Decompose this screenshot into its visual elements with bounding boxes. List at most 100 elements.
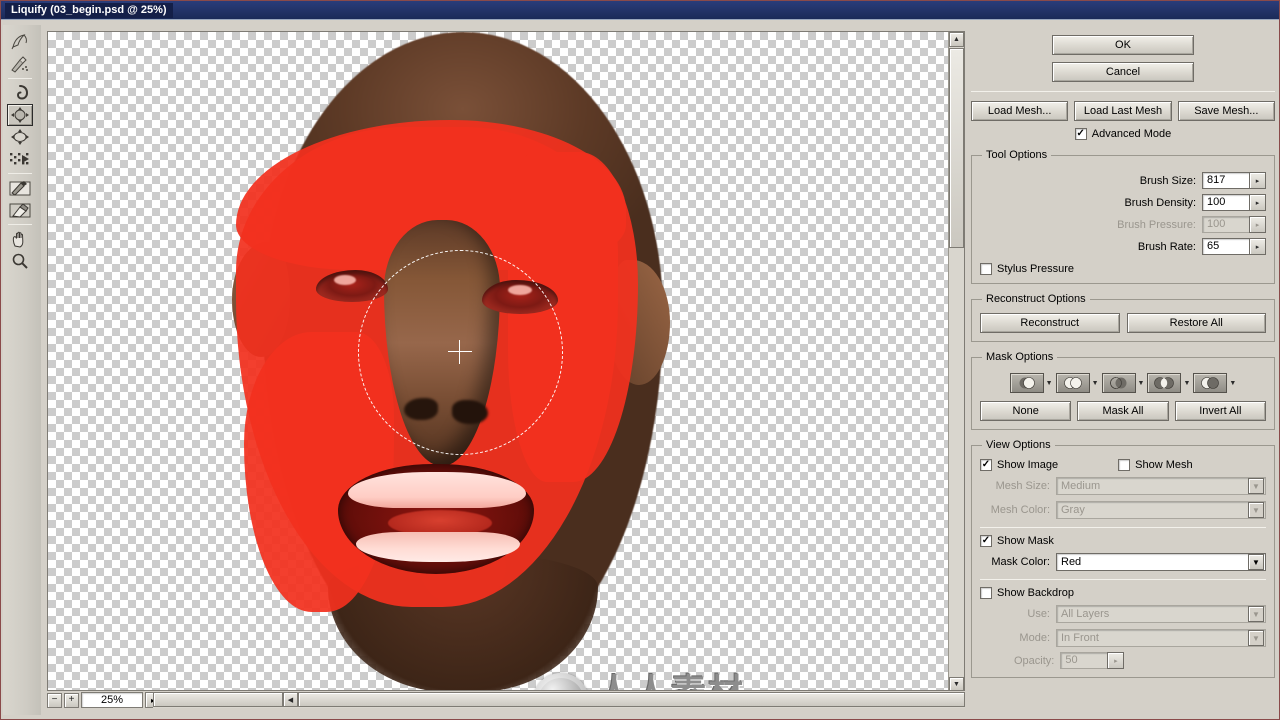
mesh-size-value: Medium [1061, 480, 1101, 492]
upper-teeth [348, 472, 526, 508]
brush-density-spinner-icon[interactable]: ▸ [1249, 194, 1266, 211]
load-last-mesh-button[interactable]: Load Last Mesh [1074, 101, 1172, 121]
mask-invert-chevron-down-icon[interactable]: ▼ [1229, 380, 1236, 387]
title-bar[interactable]: Liquify (03_begin.psd @ 25%) [1, 1, 1279, 20]
canvas-vertical-scrollbar[interactable]: ▲ ▼ [948, 32, 964, 690]
portrait-image [208, 32, 678, 690]
thaw-mask-tool-icon[interactable] [7, 199, 33, 221]
pucker-tool-icon[interactable] [7, 104, 33, 126]
backdrop-use-value: All Layers [1061, 608, 1110, 620]
window-title: Liquify (03_begin.psd @ 25%) [5, 3, 173, 18]
load-mesh-button[interactable]: Load Mesh... [971, 101, 1069, 121]
backdrop-use-select: All Layers ▼ [1056, 605, 1266, 623]
canvas-horizontal-scrollbar[interactable]: ◀ [153, 692, 965, 708]
brush-size-row: Brush Size: 817 ▸ [980, 172, 1266, 189]
backdrop-mode-label: Mode: [1019, 632, 1050, 644]
reconstruct-options-legend: Reconstruct Options [986, 293, 1086, 305]
mask-add-to-selection-icon[interactable] [1055, 373, 1090, 393]
ok-button[interactable]: OK [1052, 35, 1194, 55]
brush-size-spinner-icon[interactable]: ▸ [1249, 172, 1266, 189]
mask-color-chevron-down-icon[interactable]: ▼ [1248, 554, 1264, 570]
mask-none-button[interactable]: None [980, 401, 1072, 421]
show-image-checkbox-box[interactable]: ✓ [980, 459, 992, 471]
show-mesh-checkbox-box[interactable] [1118, 459, 1131, 471]
save-mesh-button[interactable]: Save Mesh... [1177, 101, 1275, 121]
show-backdrop-label: Show Backdrop [997, 587, 1075, 599]
scroll-up-button[interactable]: ▲ [949, 32, 964, 47]
brush-rate-input[interactable]: 65 [1202, 238, 1250, 255]
reconstruct-buttons-row: Reconstruct Restore All [980, 313, 1266, 333]
mesh-size-label: Mesh Size: [995, 480, 1050, 492]
show-mask-checkbox[interactable]: ✓ Show Mask [980, 535, 1266, 547]
mask-replace-chevron-down-icon[interactable]: ▼ [1046, 380, 1053, 387]
freeze-mask-tool-icon[interactable] [7, 177, 33, 199]
brush-density-input[interactable]: 100 [1202, 194, 1250, 211]
mask-invert-all-button[interactable]: Invert All [1174, 401, 1266, 421]
scroll-left-button[interactable]: ◀ [283, 692, 298, 707]
mask-options-group: Mask Options ▼ ▼ ▼ ▼ ▼ None Mask All Inv… [971, 351, 1275, 430]
mask-add-chevron-down-icon[interactable]: ▼ [1092, 380, 1099, 387]
horizontal-scroll-track-left[interactable] [153, 692, 283, 707]
stylus-pressure-checkbox[interactable]: Stylus Pressure [980, 263, 1266, 275]
image-canvas[interactable]: M 人人素材 WWW.RR-SC.COM ▲ ▼ [47, 31, 965, 691]
backdrop-use-chevron-down-icon: ▼ [1248, 606, 1264, 622]
mask-intersect-chevron-down-icon[interactable]: ▼ [1183, 380, 1190, 387]
mask-replace-selection-button[interactable]: ▼ [1009, 373, 1053, 393]
advanced-mode-checkbox-box[interactable]: ✓ [1074, 128, 1087, 140]
view-options-group: View Options ✓ Show Image Show Mesh Mesh… [971, 439, 1275, 678]
hand-tool-icon[interactable] [7, 228, 33, 250]
zoom-in-button[interactable]: + [64, 692, 79, 708]
show-mesh-checkbox[interactable]: Show Mesh [1118, 459, 1193, 471]
advanced-mode-label: Advanced Mode [1091, 128, 1172, 140]
show-backdrop-checkbox[interactable]: Show Backdrop [980, 587, 1266, 599]
mask-all-button[interactable]: Mask All [1077, 401, 1169, 421]
mesh-size-select: Medium ▼ [1056, 477, 1266, 495]
backdrop-opacity-label: Opacity: [1014, 654, 1055, 667]
mask-invert-selection-icon[interactable] [1193, 373, 1228, 393]
bloat-tool-icon[interactable] [7, 126, 33, 148]
mesh-color-chevron-down-icon: ▼ [1248, 502, 1264, 518]
mesh-buttons-row: Load Mesh... Load Last Mesh Save Mesh... [969, 101, 1277, 121]
mesh-color-value: Gray [1061, 504, 1085, 516]
reconstruct-tool-icon[interactable] [7, 53, 33, 75]
push-left-tool-icon[interactable] [7, 148, 33, 170]
forward-warp-tool-icon[interactable] [7, 31, 33, 53]
reconstruct-button[interactable]: Reconstruct [980, 313, 1120, 333]
mask-subtract-from-selection-button[interactable]: ▼ [1101, 373, 1145, 393]
options-panel: OK Cancel Load Mesh... Load Last Mesh Sa… [969, 25, 1277, 715]
zoom-tool-icon[interactable] [7, 250, 33, 272]
zoom-level-field[interactable]: 25% [81, 692, 143, 708]
brush-pressure-row: Brush Pressure: 100 ▸ [980, 216, 1266, 233]
zoom-out-button[interactable]: − [47, 692, 62, 708]
tool-options-group: Tool Options Brush Size: 817 ▸ Brush Den… [971, 149, 1275, 284]
horizontal-scroll-thumb[interactable] [298, 692, 965, 707]
mask-mode-buttons: ▼ ▼ ▼ ▼ ▼ [980, 373, 1266, 393]
mask-replace-selection-icon[interactable] [1009, 373, 1044, 393]
zoom-controls: − + 25% ▸ [47, 691, 161, 709]
mask-intersect-with-selection-button[interactable]: ▼ [1147, 373, 1190, 393]
mask-add-to-selection-button[interactable]: ▼ [1055, 373, 1099, 393]
show-mask-checkbox-box[interactable]: ✓ [980, 535, 992, 547]
brush-size-input[interactable]: 817 [1202, 172, 1250, 189]
twirl-clockwise-tool-icon[interactable] [7, 82, 33, 104]
cancel-button[interactable]: Cancel [1052, 62, 1194, 82]
vertical-scroll-thumb[interactable] [949, 48, 964, 248]
mask-color-select[interactable]: Red ▼ [1056, 553, 1266, 571]
restore-all-button[interactable]: Restore All [1126, 313, 1266, 333]
mask-intersect-with-selection-icon[interactable] [1147, 373, 1182, 393]
brush-density-label: Brush Density: [1124, 196, 1196, 209]
mask-invert-selection-button[interactable]: ▼ [1193, 373, 1236, 393]
mask-subtract-from-selection-icon[interactable] [1101, 373, 1136, 393]
advanced-mode-checkbox[interactable]: ✓ Advanced Mode [969, 128, 1277, 140]
brush-rate-spinner-icon[interactable]: ▸ [1249, 238, 1266, 255]
show-backdrop-checkbox-box[interactable] [980, 587, 992, 599]
left-eye [316, 270, 388, 302]
mask-subtract-chevron-down-icon[interactable]: ▼ [1138, 380, 1145, 387]
show-image-checkbox[interactable]: ✓ Show Image [980, 459, 1058, 471]
brush-rate-label: Brush Rate: [1137, 240, 1196, 253]
tool-palette [3, 25, 41, 715]
mesh-size-row: Mesh Size: Medium ▼ [980, 477, 1266, 495]
stylus-pressure-checkbox-box[interactable] [980, 263, 992, 275]
tool-separator-2 [8, 173, 32, 174]
scroll-down-button[interactable]: ▼ [949, 677, 964, 690]
